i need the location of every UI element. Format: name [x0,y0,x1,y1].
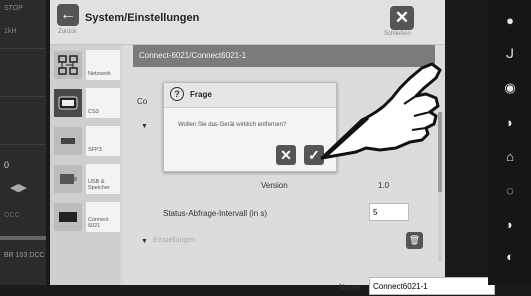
direction-arrows-icon[interactable]: ◀▶ [10,181,27,194]
status-interval-label: Status-Abfrage-Intervall (in s) [163,209,268,218]
sidebar-item-label: USB & Speicher [88,179,110,191]
horn-icon[interactable]: ◗ [494,106,526,138]
settings-section-label[interactable]: Einstellungen [153,237,195,244]
connect-6021-icon [54,203,82,231]
sidebar-item-label: Netzwerk [88,71,111,77]
divider [0,48,46,49]
cs3-device-icon [54,89,82,117]
sidebar-item-label: CS3 [88,109,99,115]
crane-hook-icon[interactable]: ᒍ [494,38,526,70]
sidebar-item-label: Connect 6021 [88,217,109,229]
confirm-dialog: ? Frage Wollen Sie das Gerät wirklich en… [163,82,337,172]
locomotive-name: BR 103 DCC [4,252,45,259]
sidebar-item-label: SFP3 [88,147,102,153]
section-label-partial: Co [137,97,148,106]
window-titlebar: ← Zurück System/Einstellungen ✕ Schließe… [50,0,445,45]
sfp-module-icon [54,127,82,155]
sidebar-item-netzwerk[interactable]: Netzwerk [52,47,120,83]
radio-icon[interactable]: ◌ [494,174,526,206]
name-label: Name [339,283,361,292]
function-label: 1kH [4,28,17,35]
cancel-button[interactable]: ✕ [276,145,296,165]
back-button[interactable]: ← [57,4,79,26]
left-throttle-strip: STOP 1kH 0 ◀▶ OCC BR 103 DCC [0,0,46,285]
trash-icon: 🗑 [408,235,421,245]
close-icon: ✕ [280,146,292,163]
close-label: Schließen [384,31,411,37]
window-title: System/Einstellungen [85,12,200,24]
pointing-hand-icon [320,62,442,160]
usb-storage-icon [54,165,82,193]
name-input[interactable]: Connect6021-1 [369,277,495,295]
sidebar-item-cs3[interactable]: CS3 [52,85,120,121]
function-key-strip: ● ᒍ ◉ ◗ ⌂ ◌ ◗ ◐ [488,0,531,285]
sidebar-item-usb[interactable]: USB & Speicher [52,161,120,197]
close-button[interactable]: ✕ [390,6,414,30]
locomotive-sound-icon[interactable]: ◉ [494,72,526,104]
bell-icon[interactable]: ⌂ [494,140,526,172]
arrow-left-icon: ← [60,6,76,23]
status-interval-input[interactable]: 5 [369,203,409,221]
light-icon[interactable]: ● [494,4,526,36]
horn-2-icon[interactable]: ◗ [494,208,526,240]
delete-button[interactable]: 🗑 [406,232,423,249]
version-label: Version [261,181,288,190]
stop-label[interactable]: STOP [4,5,23,12]
network-icon [54,51,82,79]
headlight-icon[interactable]: ◐ [494,240,526,272]
dialog-header: ? Frage [164,83,336,108]
sidebar-item-connect-6021[interactable]: Connect 6021 [52,199,120,235]
expand-triangle-icon[interactable]: ▼ [141,238,148,245]
back-label: Zurück [58,29,77,35]
speed-slider[interactable] [0,236,46,240]
dialog-title: Frage [190,90,212,99]
divider [0,144,46,145]
version-value: 1.0 [378,181,390,190]
expand-triangle-icon[interactable]: ▼ [141,123,148,130]
question-icon: ? [170,87,184,101]
occ-label: OCC [4,212,20,219]
dialog-message: Wollen Sie das Gerät wirklich entfernen? [178,122,287,128]
sidebar-item-sfp3[interactable]: SFP3 [52,123,120,159]
speed-value: 0 [4,160,10,170]
divider [0,96,46,97]
close-icon: ✕ [394,8,410,27]
settings-sidebar: Netzwerk CS3 SFP3 USB & Speicher Connect… [50,45,120,285]
